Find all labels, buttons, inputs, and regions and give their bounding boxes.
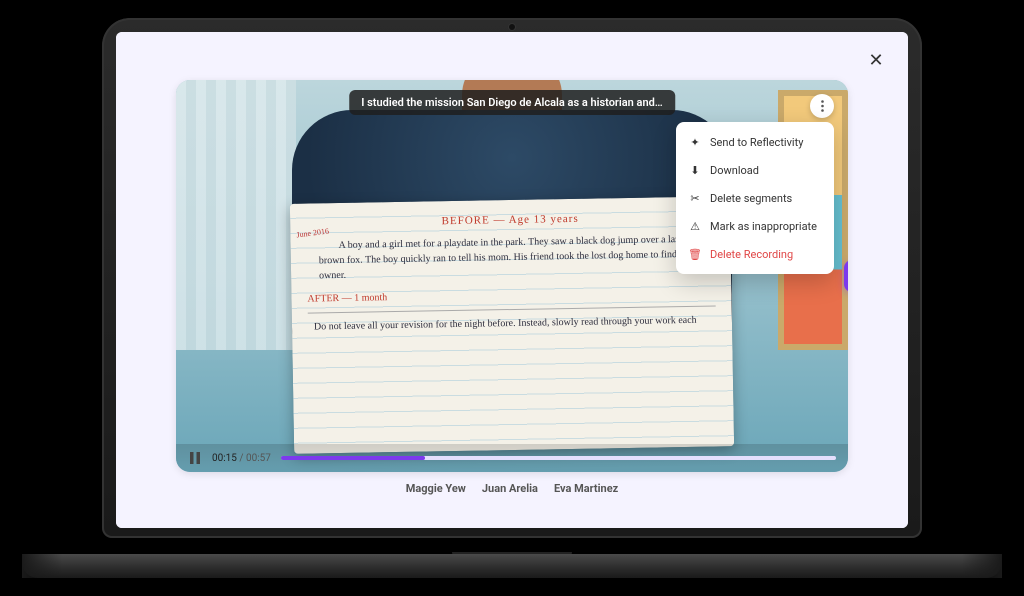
app-root: ✕ June 2016 BEFORE — bbox=[116, 32, 908, 528]
progress-track[interactable] bbox=[281, 456, 836, 460]
time-separator: / bbox=[237, 453, 246, 464]
handwritten-paper: June 2016 BEFORE — Age 13 years A boy an… bbox=[290, 196, 734, 454]
background-window bbox=[176, 80, 296, 350]
laptop-camera bbox=[509, 24, 515, 30]
menu-item-label: Download bbox=[710, 164, 759, 177]
laptop-bezel: ✕ June 2016 BEFORE — bbox=[102, 18, 922, 538]
menu-item-delete-segments[interactable]: ✂ Delete segments bbox=[676, 184, 834, 212]
students-list: Maggie Yew Juan Arelia Eva Martinez bbox=[116, 482, 908, 495]
caption-text: I studied the mission San Diego de Alcal… bbox=[361, 96, 663, 109]
video-card: June 2016 BEFORE — Age 13 years A boy an… bbox=[176, 80, 848, 472]
options-menu: ✦ Send to Reflectivity ⬇ Download ✂ Delete se… bbox=[676, 122, 834, 274]
menu-item-download[interactable]: ⬇ Download bbox=[676, 156, 834, 184]
student-name[interactable]: Juan Arelia bbox=[482, 482, 538, 495]
duration-time: 00:57 bbox=[246, 453, 271, 464]
menu-item-label: Send to Reflectivity bbox=[710, 136, 803, 149]
warning-icon: ⚠ bbox=[688, 219, 702, 233]
paper-paragraph-2: Do not leave all your revision for the n… bbox=[308, 305, 716, 334]
menu-item-mark-as-inappropriate[interactable]: ⚠ Mark as inappropriate bbox=[676, 212, 834, 240]
student-name[interactable]: Maggie Yew bbox=[406, 482, 466, 495]
menu-item-label: Mark as inappropriate bbox=[710, 220, 817, 233]
sparkle-icon: ✦ bbox=[688, 135, 702, 149]
kebab-icon bbox=[821, 100, 824, 112]
trash-icon: 🗑 bbox=[688, 247, 702, 261]
video-caption: I studied the mission San Diego de Alcal… bbox=[349, 90, 675, 115]
player-bar: 00:15 / 00:57 bbox=[176, 444, 848, 472]
laptop-screen: ✕ June 2016 BEFORE — bbox=[116, 32, 908, 528]
close-button[interactable]: ✕ bbox=[866, 50, 886, 70]
close-icon: ✕ bbox=[868, 50, 883, 71]
download-icon: ⬇ bbox=[688, 163, 702, 177]
pause-icon bbox=[188, 451, 202, 465]
next-student-button[interactable] bbox=[844, 260, 848, 292]
more-options-button[interactable] bbox=[810, 94, 834, 118]
student-name[interactable]: Eva Martinez bbox=[554, 482, 618, 495]
menu-item-delete-recording[interactable]: 🗑 Delete Recording bbox=[676, 240, 834, 268]
pause-button[interactable] bbox=[188, 451, 202, 465]
laptop-mockup: ✕ June 2016 BEFORE — bbox=[62, 18, 962, 578]
menu-item-label: Delete segments bbox=[710, 192, 792, 205]
time-display: 00:15 / 00:57 bbox=[212, 453, 271, 464]
progress-fill bbox=[281, 456, 425, 460]
menu-item-label: Delete Recording bbox=[710, 248, 793, 261]
paper-heading-before: BEFORE — Age 13 years bbox=[306, 208, 714, 232]
scissors-icon: ✂ bbox=[688, 191, 702, 205]
laptop-base bbox=[22, 554, 1002, 578]
paper-heading-after: AFTER — 1 month bbox=[307, 284, 715, 306]
paper-paragraph-1: A boy and a girl met for a playdate in t… bbox=[306, 231, 715, 283]
current-time: 00:15 bbox=[212, 453, 237, 464]
menu-item-send-to-reflectivity[interactable]: ✦ Send to Reflectivity bbox=[676, 128, 834, 156]
